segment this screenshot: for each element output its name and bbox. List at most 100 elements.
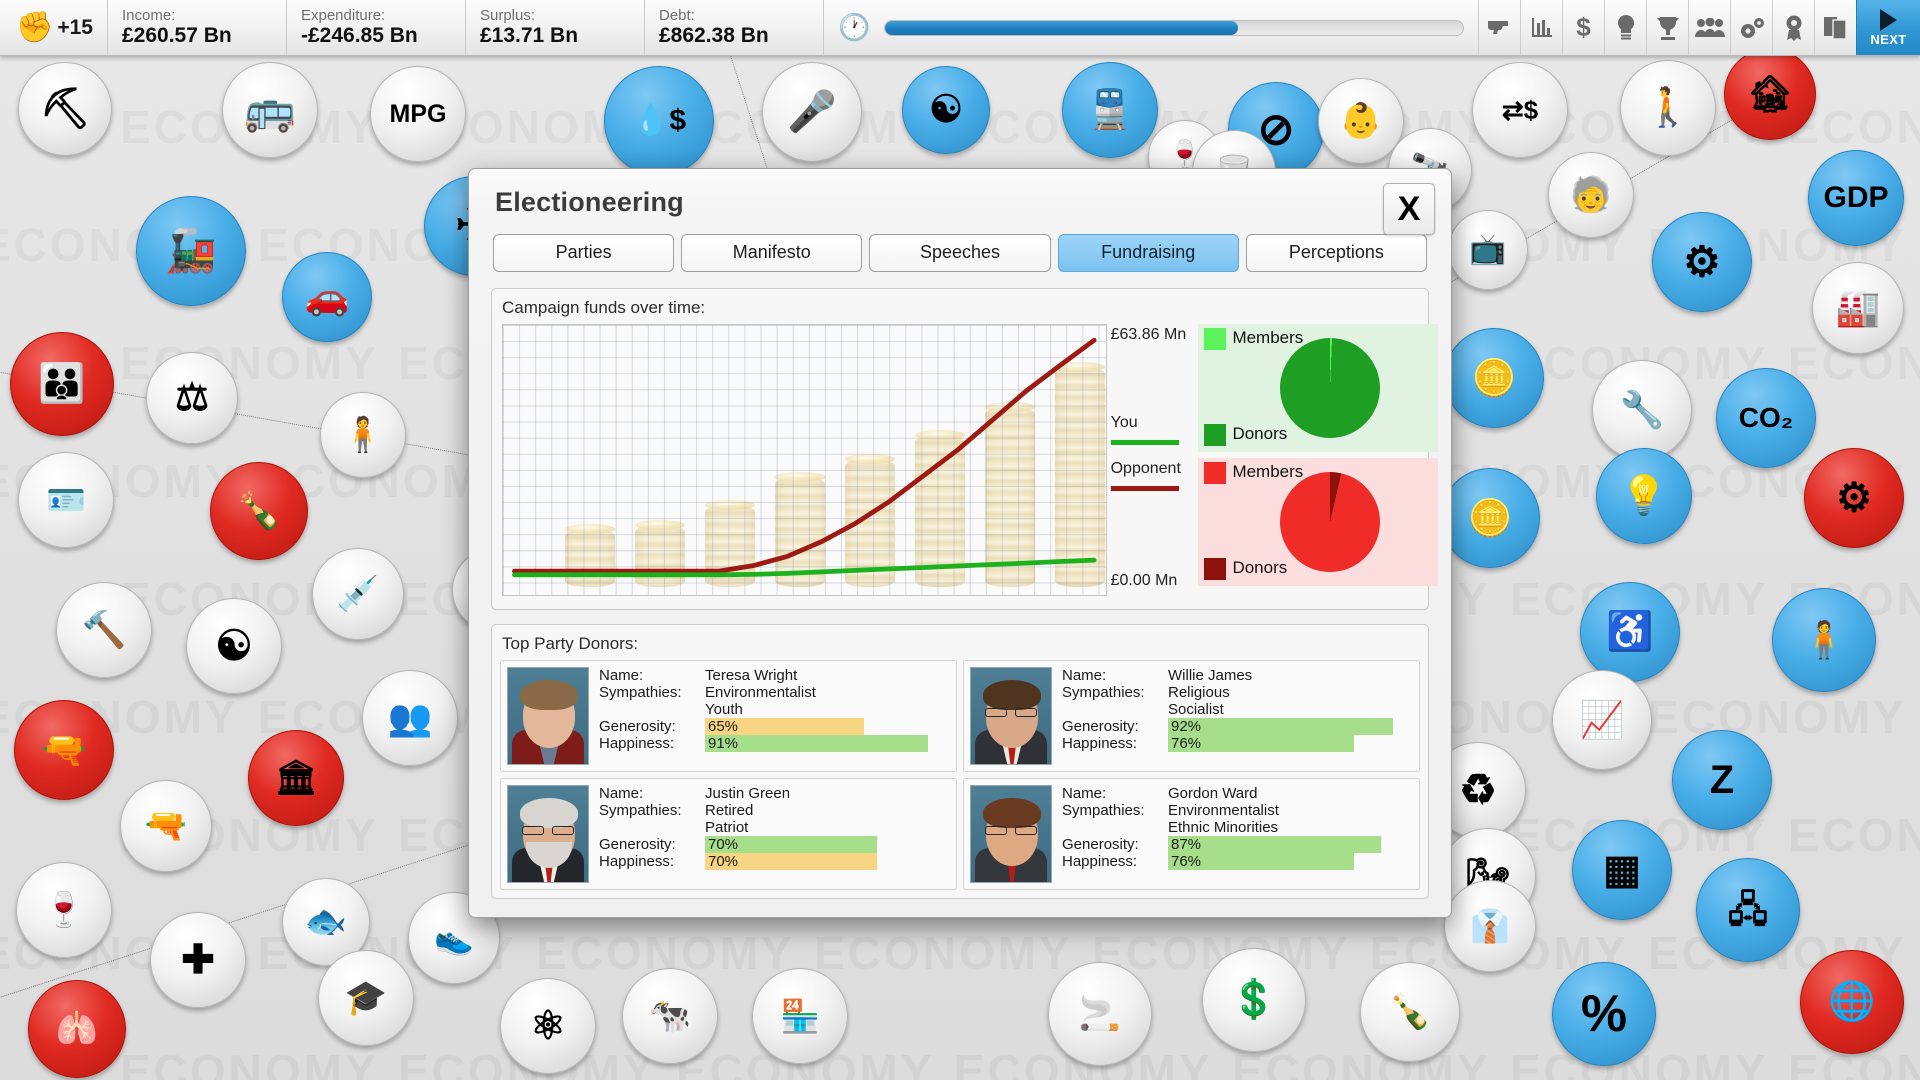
- donor-card[interactable]: Name: Willie James Sympathies: Religious Soc…: [963, 660, 1420, 772]
- policy-bubble-disabled[interactable]: ♿: [1580, 582, 1680, 682]
- policy-bubble-savings[interactable]: 🪙: [1440, 468, 1540, 568]
- policy-bubble-wine[interactable]: 🍷: [16, 862, 112, 958]
- chart-lines: [512, 337, 1097, 578]
- policy-bubble-alcohol-tax[interactable]: 🍾: [1360, 962, 1460, 1062]
- turn-progress[interactable]: [874, 0, 1478, 55]
- policy-bubble-alcoholism[interactable]: 🍾: [210, 462, 308, 560]
- policy-bubble-disability[interactable]: 🧍: [320, 392, 406, 478]
- policy-bubble-tools[interactable]: 🔧: [1592, 360, 1692, 460]
- policy-bubble-sleep[interactable]: Z: [1672, 730, 1772, 830]
- policy-bubble-roadworks[interactable]: ⛏: [18, 62, 112, 156]
- policy-bubble-network[interactable]: 🖧: [1696, 858, 1800, 962]
- policy-bubble-tax-flow[interactable]: ⇄$: [1472, 62, 1568, 158]
- vaccination-icon: 💉: [336, 575, 380, 613]
- policy-bubble-factory[interactable]: 🏭: [1812, 262, 1904, 354]
- policy-bubble-gun-crime[interactable]: 🔫: [14, 700, 114, 800]
- gun-icon[interactable]: [1478, 0, 1520, 55]
- political-capital[interactable]: ✊ +15: [0, 0, 108, 55]
- policy-bubble-poverty[interactable]: 🧍: [1772, 588, 1876, 692]
- funding-breakdown-you: Members Donors: [1198, 324, 1439, 452]
- generosity-bar: [1168, 718, 1394, 735]
- trophy-icon[interactable]: [1646, 0, 1688, 55]
- policy-bubble-inflation[interactable]: 💲: [1202, 948, 1306, 1052]
- policy-bubble-agriculture[interactable]: 🐄: [622, 968, 718, 1064]
- stat-expenditure[interactable]: Expenditure: -£246.85 Bn: [287, 0, 466, 55]
- policy-bubble-immigration[interactable]: 👥: [362, 670, 458, 766]
- documents-icon[interactable]: [1814, 0, 1856, 55]
- stat-surplus[interactable]: Surplus: £13.71 Bn: [466, 0, 645, 55]
- people-icon[interactable]: [1688, 0, 1730, 55]
- policy-bubble-gdp[interactable]: GDP: [1808, 150, 1904, 246]
- donor-happiness-row: Happiness: 76%: [1062, 735, 1413, 752]
- policy-bubble-percent[interactable]: %: [1552, 962, 1656, 1066]
- policy-bubble-health-service[interactable]: ✚: [150, 912, 246, 1008]
- policy-bubble-coins[interactable]: 🪙: [1444, 328, 1544, 428]
- donor-generosity-label: Generosity:: [1062, 718, 1139, 735]
- donor-happiness-meter: 91%: [705, 735, 950, 752]
- policy-bubble-speech-camera[interactable]: 🎤: [762, 62, 862, 162]
- policy-bubble-crowding[interactable]: 👪: [10, 332, 114, 436]
- policy-bubble-tech-grants[interactable]: ⚙: [1652, 212, 1752, 312]
- stat-income[interactable]: Income: £260.57 Bn: [108, 0, 287, 55]
- sleep-icon: Z: [1709, 758, 1735, 802]
- policy-bubble-global-trade[interactable]: 🌐: [1800, 950, 1904, 1054]
- policy-bubble-vaccination[interactable]: 💉: [312, 548, 404, 640]
- policy-bubble-housing-crisis[interactable]: 🏚: [1724, 48, 1816, 140]
- policy-bubble-jury-trial[interactable]: ⚖: [146, 352, 238, 444]
- policy-bubble-car-tax[interactable]: 🚗: [282, 252, 372, 342]
- policy-bubble-org-chart[interactable]: 👔: [1444, 880, 1536, 972]
- lightbulb-icon[interactable]: [1604, 0, 1646, 55]
- stat-debt[interactable]: Debt: £862.38 Bn: [645, 0, 824, 55]
- turn-progress-track[interactable]: [884, 19, 1464, 36]
- tab-speeches[interactable]: Speeches: [869, 234, 1051, 272]
- policy-bubble-school-leaving[interactable]: 🎓: [318, 950, 414, 1046]
- tab-manifesto[interactable]: Manifesto: [681, 234, 863, 272]
- policy-bubble-solar-power[interactable]: ▦: [1572, 820, 1672, 920]
- policy-bubble-gavel[interactable]: 🔨: [56, 582, 152, 678]
- glasses-icon: [1015, 826, 1037, 835]
- donor-name-value: Willie James: [1168, 667, 1253, 684]
- clock-icon: 🕐: [837, 12, 871, 42]
- policy-bubble-mpg-car[interactable]: MPG: [370, 66, 466, 162]
- donor-card[interactable]: Name: Teresa Wright Sympathies: Environment…: [500, 660, 957, 772]
- award-ribbon-icon[interactable]: [1772, 0, 1814, 55]
- policy-bubble-religious-violence[interactable]: 🏛: [248, 730, 344, 826]
- policy-bubble-smoking[interactable]: 🚬: [1048, 962, 1152, 1066]
- policy-bubble-science-funding[interactable]: ⚛: [500, 978, 596, 1074]
- policy-bubble-walking[interactable]: 🚶: [1620, 60, 1716, 156]
- policy-bubble-religion[interactable]: ☯: [186, 598, 282, 694]
- policy-bubble-industry-fail[interactable]: ⚙: [1804, 448, 1904, 548]
- policy-bubble-pensioner[interactable]: 🧓: [1548, 152, 1634, 238]
- donor-card[interactable]: Name: Gordon Ward Sympathies: Environmental…: [963, 778, 1420, 890]
- policy-bubble-stock-market[interactable]: 📈: [1552, 670, 1652, 770]
- policy-bubble-tv-alcohol-ad[interactable]: 📺: [1448, 210, 1528, 290]
- bar-chart-icon[interactable]: [1520, 0, 1562, 55]
- donor-card[interactable]: Name: Justin Green Sympathies: Retired Patri…: [500, 778, 957, 890]
- series-opponent-swatch: [1110, 486, 1179, 491]
- next-turn-button[interactable]: NEXT: [1856, 0, 1920, 55]
- policy-bubble-rail[interactable]: 🚂: [136, 196, 246, 306]
- gears-icon[interactable]: [1730, 0, 1772, 55]
- policy-bubble-public-transport[interactable]: 🚆: [1062, 62, 1158, 158]
- tab-label: Speeches: [919, 242, 1001, 262]
- policy-bubble-co2[interactable]: CO₂: [1716, 368, 1816, 468]
- policy-bubble-lung-cancer[interactable]: 🫁: [28, 980, 126, 1078]
- dollar-icon[interactable]: $: [1562, 0, 1604, 55]
- donor-name-row: Name: Justin Green: [599, 785, 950, 802]
- tab-perceptions[interactable]: Perceptions: [1245, 234, 1428, 272]
- top-hud-bar: ✊ +15 Income: £260.57 Bn Expenditure: -£…: [0, 0, 1920, 56]
- policy-bubble-lightbulb-plus[interactable]: 💡: [1596, 448, 1692, 544]
- policy-bubble-oil-price[interactable]: 💧$: [604, 66, 714, 176]
- mpg-car-icon: MPG: [389, 99, 447, 128]
- policy-bubble-market-stall[interactable]: 🏪: [752, 968, 848, 1064]
- policy-bubble-id-card[interactable]: 🪪: [18, 452, 114, 548]
- policy-bubble-yin-yang[interactable]: ☯: [902, 66, 990, 154]
- policy-bubble-handgun-ban[interactable]: 🔫: [120, 780, 212, 872]
- avatar: [507, 785, 589, 883]
- policy-bubble-bus-lane[interactable]: 🚌: [222, 62, 318, 158]
- close-icon[interactable]: X: [1383, 183, 1435, 235]
- tab-fundraising[interactable]: Fundraising: [1057, 234, 1239, 272]
- donor-name-value: Teresa Wright: [705, 667, 798, 684]
- donor-sympathies-row-2: Socialist: [1062, 701, 1413, 718]
- tab-parties[interactable]: Parties: [493, 234, 675, 272]
